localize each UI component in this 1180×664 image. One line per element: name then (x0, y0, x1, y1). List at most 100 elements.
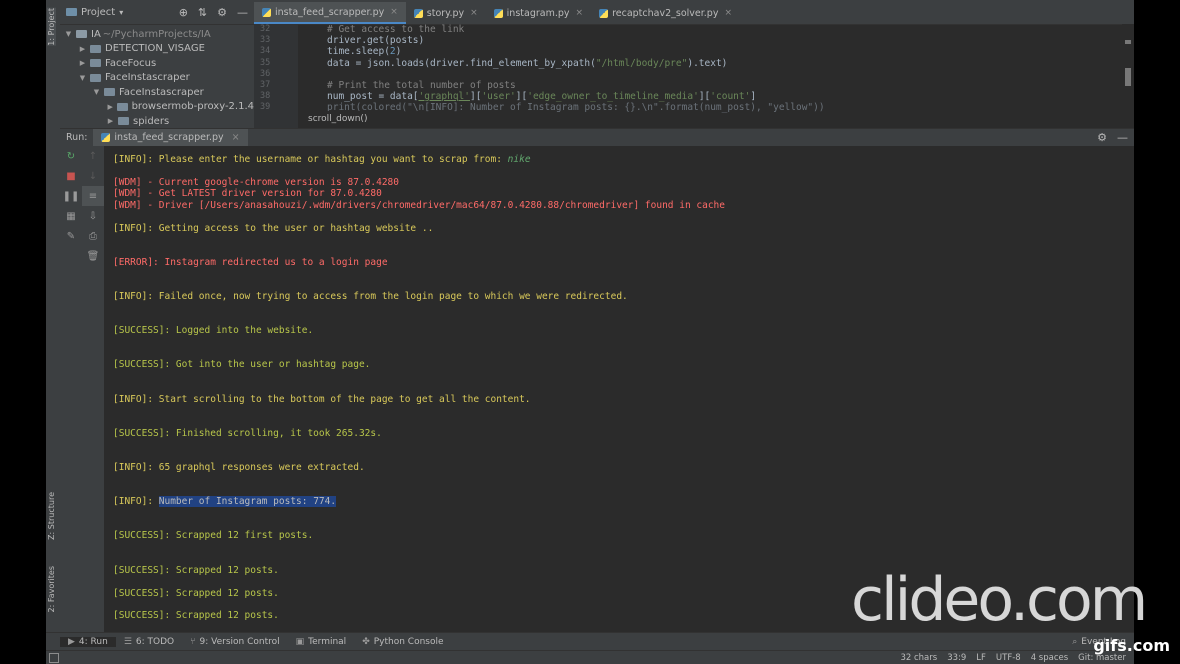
project-tool-button[interactable]: 1: Project (47, 8, 56, 46)
python-file-icon (493, 8, 503, 18)
collapsed-arrow-icon[interactable]: ▶ (106, 117, 115, 125)
close-icon[interactable]: × (724, 8, 732, 18)
toggle-tool-windows-icon[interactable] (49, 653, 59, 663)
line-number: 38 (260, 91, 271, 102)
gear-icon[interactable]: ⚙ (1097, 131, 1107, 144)
collapse-all-icon[interactable]: ⇅ (198, 6, 207, 19)
console-line: [INFO]: (113, 496, 159, 507)
hide-icon[interactable]: — (1117, 131, 1128, 144)
tab-instagram[interactable]: instagram.py × (486, 2, 591, 24)
tree-item-browsermob-proxy[interactable]: ▶ browsermob-proxy-2.1.4 (60, 100, 254, 115)
code-text: ][ (698, 91, 711, 103)
tool-button-label: 4: Run (78, 637, 108, 647)
breadcrumb[interactable]: scroll_down() (302, 111, 368, 127)
collapsed-arrow-icon[interactable]: ▶ (78, 45, 87, 53)
code-text: ][ (515, 91, 528, 103)
expanded-arrow-icon[interactable]: ▼ (78, 74, 87, 82)
run-console[interactable]: [INFO]: Please enter the username or has… (104, 146, 1134, 632)
code-text: ][ (470, 91, 482, 103)
line-number: 36 (260, 68, 271, 79)
tree-item-faceinstascraper-inner[interactable]: ▼ FaceInstascraper (60, 85, 254, 100)
tree-item-path: ~/PycharmProjects/IA (102, 28, 211, 40)
run-tool-button[interactable]: ▶ 4: Run (60, 637, 116, 647)
collapsed-arrow-icon[interactable]: ▶ (106, 103, 114, 111)
scroll-marker (1125, 68, 1131, 86)
close-icon[interactable]: × (232, 132, 240, 143)
code-text: num_post = data[ (327, 91, 419, 103)
tab-label: insta_feed_scrapper.py (275, 6, 385, 18)
expanded-arrow-icon[interactable]: ▼ (92, 88, 101, 96)
run-panel-label: Run: (66, 132, 88, 143)
play-icon: ▶ (68, 637, 75, 647)
folder-icon (90, 59, 101, 68)
line-number: 37 (260, 79, 271, 90)
status-line-separator[interactable]: LF (976, 653, 986, 663)
console-line: [INFO]: Getting access to the user or ha… (113, 223, 434, 234)
stop-icon[interactable]: ■ (60, 166, 82, 186)
todo-tool-button[interactable]: ☰ 6: TODO (116, 637, 182, 647)
left-tool-stripe: 1: Project Z: Structure 2: Favorites (46, 0, 61, 664)
python-console-tool-button[interactable]: ✤ Python Console (354, 637, 451, 647)
code-comment: # Get access to the link (327, 24, 465, 35)
code-text: time.sleep( (327, 46, 390, 58)
hide-icon[interactable]: — (237, 6, 248, 19)
trash-icon[interactable]: 🗑 (82, 246, 104, 266)
code-string: 'count' (710, 91, 751, 103)
soft-wrap-icon[interactable]: ≡ (82, 186, 104, 206)
expanded-arrow-icon[interactable]: ▼ (64, 30, 73, 38)
folder-icon (76, 30, 87, 39)
terminal-tool-button[interactable]: ▣ Terminal (288, 637, 355, 647)
console-line: [INFO]: Please enter the username or has… (113, 154, 508, 165)
close-icon[interactable]: × (470, 8, 478, 18)
line-number: 34 (260, 46, 271, 57)
console-line: [INFO]: Start scrolling to the bottom of… (113, 394, 531, 405)
console-line: [INFO]: Failed once, now trying to acces… (113, 291, 628, 302)
scroll-to-end-icon[interactable]: ⇩ (82, 206, 104, 226)
project-pane-header: Project ▾ ⊕ ⇅ ⚙ — (60, 0, 254, 25)
editor-scrollbar[interactable] (1122, 24, 1134, 128)
status-indent[interactable]: 4 spaces (1031, 653, 1068, 663)
tree-item-faceinstascraper[interactable]: ▼ FaceInstascraper (60, 71, 254, 86)
version-control-tool-button[interactable]: ⑂ 9: Version Control (182, 637, 288, 647)
rerun-icon[interactable]: ↻ (60, 146, 82, 166)
tab-story[interactable]: story.py × (406, 2, 486, 24)
structure-tool-button[interactable]: Z: Structure (47, 492, 56, 540)
down-arrow-icon[interactable]: ↓ (82, 166, 104, 186)
tree-item-ia[interactable]: ▼ IA ~/PycharmProjects/IA (60, 27, 254, 42)
status-encoding[interactable]: UTF-8 (996, 653, 1021, 663)
code-string: 'graphql' (418, 91, 470, 103)
tree-item-detection-visage[interactable]: ▶ DETECTION_VISAGE (60, 42, 254, 57)
up-arrow-icon[interactable]: ↑ (82, 146, 104, 166)
favorites-tool-button[interactable]: 2: Favorites (47, 566, 56, 612)
console-line: [SUCCESS]: Got into the user or hashtag … (113, 359, 371, 370)
branch-icon: ⑂ (190, 637, 196, 647)
run-toolbar-left: ↻ ■ ❚❚ ▦ ✎ (60, 146, 82, 632)
project-view-selector[interactable]: Project (81, 7, 115, 18)
folder-icon (104, 88, 115, 97)
status-caret-position[interactable]: 33:9 (947, 653, 966, 663)
pin-icon[interactable]: ✎ (60, 226, 82, 246)
code-editor[interactable]: # Get access to the link driver.get(post… (302, 24, 1002, 128)
pause-icon[interactable]: ❚❚ (60, 186, 82, 206)
tree-item-spiders[interactable]: ▶ spiders (60, 114, 254, 128)
tab-insta-feed-scrapper[interactable]: insta_feed_scrapper.py × (254, 2, 406, 24)
gear-icon[interactable]: ⚙ (217, 6, 227, 19)
collapsed-arrow-icon[interactable]: ▶ (78, 59, 87, 67)
line-number: 35 (260, 57, 271, 68)
print-icon[interactable]: ⎙ (82, 226, 104, 246)
run-panel-header: Run: insta_feed_scrapper.py × ⚙ — (60, 128, 1134, 147)
clideo-watermark: clideo.com (851, 565, 1148, 635)
status-bar: 32 chars 33:9 LF UTF-8 4 spaces Git: mas… (46, 650, 1134, 664)
run-tab[interactable]: insta_feed_scrapper.py × (93, 129, 248, 146)
chevron-down-icon[interactable]: ▾ (119, 8, 123, 17)
console-user-input: nike (507, 154, 531, 165)
tab-recaptchav2-solver[interactable]: recaptchav2_solver.py × (591, 2, 740, 24)
tree-item-facefocus[interactable]: ▶ FaceFocus (60, 56, 254, 71)
folder-icon (118, 117, 129, 126)
close-icon[interactable]: × (576, 8, 584, 18)
locate-icon[interactable]: ⊕ (179, 6, 188, 19)
close-icon[interactable]: × (390, 7, 398, 17)
layout-icon[interactable]: ▦ (60, 206, 82, 226)
code-comment: # Print the total number of posts (327, 79, 516, 91)
line-number: 33 (260, 35, 271, 46)
